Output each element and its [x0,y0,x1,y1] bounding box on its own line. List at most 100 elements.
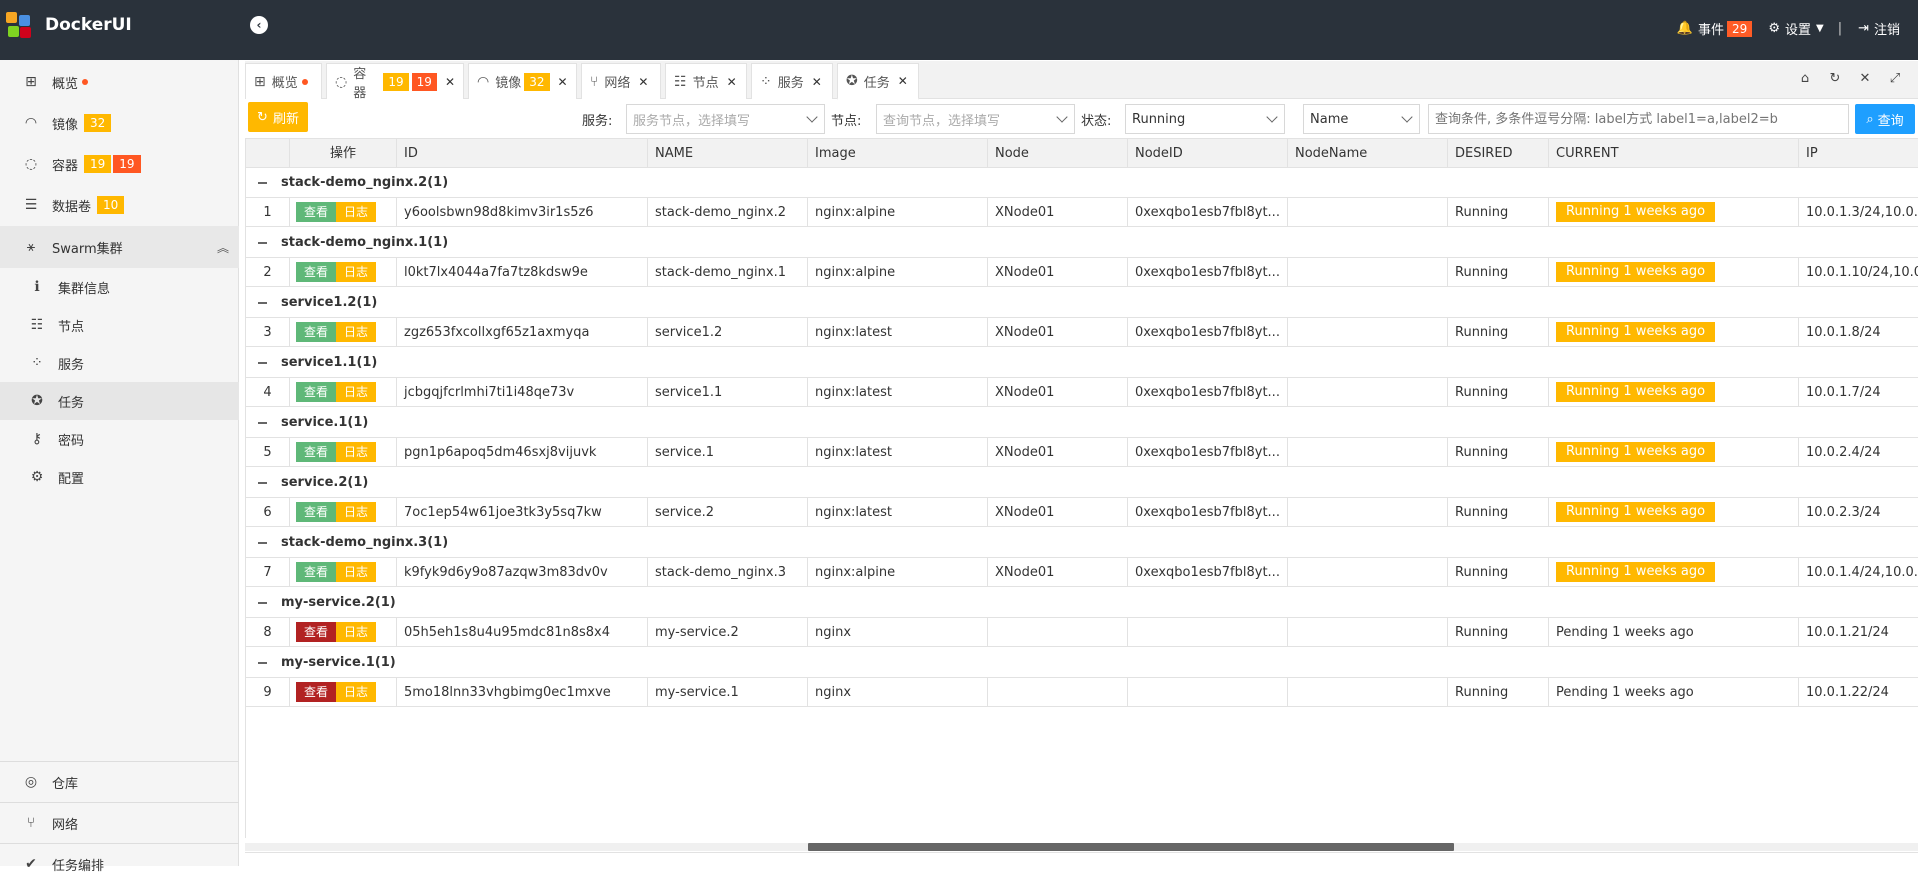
logout-button[interactable]: ⇥ 注销 [1858,19,1900,38]
group-row[interactable]: service1.1(1) [246,348,1918,378]
horizontal-scrollbar-thumb[interactable] [808,843,1454,851]
group-row[interactable]: service.2(1) [246,468,1918,498]
group-row[interactable]: my-service.1(1) [246,648,1918,678]
sidebar-item-volumes[interactable]: ☰ 数据卷 10 [0,185,239,225]
sidebar-item-overview[interactable]: ⊞ 概览 [0,62,239,102]
sidebar-item-networks[interactable]: ⑂ 网络 [0,803,239,843]
table-row[interactable]: 7 查看 日志 k9fyk9d6y9o87azqw3m83dv0v stack-demo… [246,558,1918,587]
close-icon[interactable]: ✕ [445,75,455,89]
log-button[interactable]: 日志 [336,561,376,582]
table-row[interactable]: 2 查看 日志 l0kt7lx4044a7fa7tz8kdsw9e stack-demo… [246,258,1918,287]
table-row[interactable]: 4 查看 日志 jcbgqjfcrlmhi7ti1i48qe73v service1.1… [246,378,1918,407]
table-row[interactable]: 3 查看 日志 zgz653fxcollxgf65z1axmyqa service1.2… [246,318,1918,347]
tab-tasks[interactable]: ✪ 任务 ✕ [837,63,919,100]
sidebar-item-secrets[interactable]: ⚷ 密码 [0,420,239,458]
close-icon[interactable]: ✕ [558,75,568,89]
collapse-group-icon[interactable] [258,662,267,664]
group-row[interactable]: service.1(1) [246,408,1918,438]
close-icon[interactable]: ✕ [638,75,648,89]
log-button[interactable]: 日志 [336,501,376,522]
sidebar-item-registry[interactable]: ◎ 仓库 [0,762,239,802]
collapse-sidebar-icon[interactable]: ‹ [250,16,268,34]
expand-icon[interactable]: ⤢ [1880,71,1910,86]
view-button[interactable]: 查看 [296,501,336,522]
collapse-group-icon[interactable] [258,302,267,304]
tab-services[interactable]: ⁘ 服务 ✕ [751,63,833,99]
column-header[interactable]: DESIRED [1448,139,1549,168]
collapse-group-icon[interactable] [258,542,267,544]
log-button[interactable]: 日志 [336,381,376,402]
table-row[interactable]: 9 查看 日志 5mo18lnn33vhgbimg0ec1mxve my-service… [246,678,1918,707]
table-row[interactable]: 5 查看 日志 pgn1p6apoq5dm46sxj8vijuvk service.1 n… [246,438,1918,467]
column-header[interactable]: Image [808,139,988,168]
column-header[interactable]: ID [397,139,648,168]
sidebar-item-nodes[interactable]: ☷ 节点 [0,306,239,344]
group-row[interactable]: stack-demo_nginx.1(1) [246,228,1918,258]
sort-field-select[interactable]: Name [1303,104,1420,134]
column-header[interactable]: CURRENT [1549,139,1799,168]
sidebar-item-services[interactable]: ⁘ 服务 [0,344,239,382]
info-icon: ℹ [34,279,40,295]
tab-nodes[interactable]: ☷ 节点 ✕ [665,63,747,99]
collapse-group-icon[interactable] [258,362,267,364]
view-button[interactable]: 查看 [296,681,336,702]
table-row[interactable]: 8 查看 日志 05h5eh1s8u4u95mdc81n8s8x4 my-service… [246,618,1918,647]
view-button[interactable]: 查看 [296,561,336,582]
view-button[interactable]: 查看 [296,201,336,222]
events-button[interactable]: 🔔 事件 29 [1677,19,1753,38]
tab-images[interactable]: ◠ 镜像 32 ✕ [468,63,577,99]
view-button[interactable]: 查看 [296,441,336,462]
home-icon[interactable]: ⌂ [1790,71,1820,86]
tab-networks[interactable]: ⑂ 网络 ✕ [581,63,661,99]
group-row[interactable]: stack-demo_nginx.3(1) [246,528,1918,558]
log-button[interactable]: 日志 [336,621,376,642]
sidebar-item-swarm[interactable]: ⚹ Swarm集群 ︽ [0,226,239,268]
column-header[interactable]: Node [988,139,1128,168]
view-button[interactable]: 查看 [296,321,336,342]
refresh-button[interactable]: ↻ 刷新 [248,102,308,132]
tab-label: 任务 [863,75,890,91]
reload-icon[interactable]: ↻ [1820,71,1850,86]
group-row[interactable]: stack-demo_nginx.2(1) [246,168,1918,198]
cell-ip: 10.0.1.22/24 [1806,685,1889,700]
sidebar-item-images[interactable]: ◠ 镜像 32 [0,103,239,143]
column-header[interactable]: NodeID [1128,139,1288,168]
log-button[interactable]: 日志 [336,441,376,462]
close-icon[interactable]: ✕ [812,75,822,89]
service-filter-select[interactable]: 服务节点，选择填写 [626,104,825,134]
view-button[interactable]: 查看 [296,381,336,402]
group-row[interactable]: my-service.2(1) [246,588,1918,618]
sidebar-item-stacks[interactable]: ✔ 任务编排 [0,844,239,884]
group-row[interactable]: service1.2(1) [246,288,1918,318]
column-header[interactable]: NodeName [1288,139,1448,168]
close-icon[interactable]: ✕ [727,75,737,89]
tab-containers[interactable]: ◌ 容器 19 19 ✕ [326,63,464,101]
close-all-icon[interactable]: ✕ [1850,71,1880,86]
view-button[interactable]: 查看 [296,621,336,642]
log-button[interactable]: 日志 [336,321,376,342]
collapse-group-icon[interactable] [258,182,267,184]
state-filter-select[interactable]: Running [1125,104,1285,134]
log-button[interactable]: 日志 [336,681,376,702]
table-row[interactable]: 1 查看 日志 y6oolsbwn98d8kimv3ir1s5z6 stack-demo… [246,198,1918,227]
sidebar-item-configs[interactable]: ⚙ 配置 [0,458,239,496]
log-button[interactable]: 日志 [336,261,376,282]
sidebar-item-tasks[interactable]: ✪ 任务 [0,382,239,420]
settings-button[interactable]: ⚙ 设置 ▼ [1768,19,1823,38]
collapse-group-icon[interactable] [258,422,267,424]
node-filter-select[interactable]: 查询节点，选择填写 [876,104,1075,134]
view-button[interactable]: 查看 [296,261,336,282]
search-button[interactable]: ⌕ 查询 [1855,104,1915,134]
tab-overview[interactable]: ⊞ 概览 [245,63,322,99]
sidebar-item-containers[interactable]: ◌ 容器 19 19 [0,144,239,184]
collapse-group-icon[interactable] [258,482,267,484]
column-header[interactable]: NAME [648,139,808,168]
collapse-group-icon[interactable] [258,602,267,604]
sidebar-item-cluster-info[interactable]: ℹ 集群信息 [0,268,239,306]
collapse-group-icon[interactable] [258,242,267,244]
table-row[interactable]: 6 查看 日志 7oc1ep54w61joe3tk3y5sq7kw service.2 n… [246,498,1918,527]
close-icon[interactable]: ✕ [898,74,908,88]
column-header[interactable]: IP [1799,139,1918,168]
query-input[interactable] [1428,104,1849,134]
log-button[interactable]: 日志 [336,201,376,222]
